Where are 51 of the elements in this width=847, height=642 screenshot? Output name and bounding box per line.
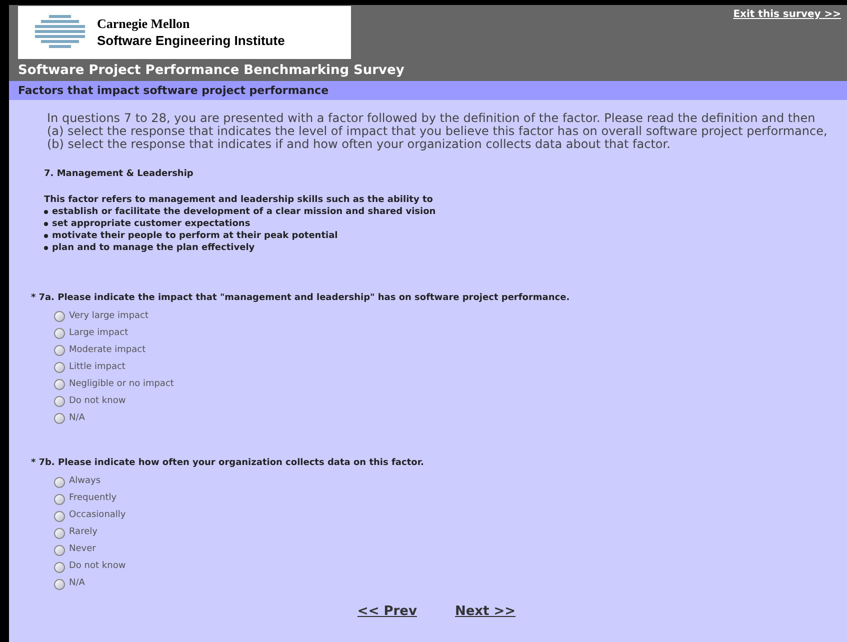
option-label: N/A [69,577,85,590]
option-label: Little impact [69,360,126,374]
option-label: Rarely [69,526,98,540]
prev-link[interactable]: << Prev [357,602,417,621]
bullet-text: set appropriate customer expectations [52,218,250,230]
radio-button[interactable] [54,578,65,590]
factor-heading: 7. Management & Leadership [44,168,194,181]
option-label: Occasionally [69,509,126,522]
radio-button[interactable] [54,562,65,572]
option-label: N/A [69,412,85,425]
question-text: 7b. Please indicate how often your organization collects data on this factor. [38,457,424,470]
option-label: Very large impact [69,310,149,323]
required-mark: * [31,292,36,304]
next-link[interactable]: Next >> [454,602,516,621]
radio-button[interactable] [54,328,65,339]
bullet-icon [44,210,48,214]
exit-survey-link[interactable]: Exit this survey >> [733,7,841,22]
radio-button[interactable] [54,544,65,556]
option-label: Never [69,543,96,556]
option-label: Do not know [69,560,126,574]
logo-icon [35,14,85,50]
radio-button[interactable] [54,311,65,322]
bullet-text: establish or facilitate the development of a clear mission and shared vision [52,206,436,218]
radio-button[interactable] [54,362,65,373]
option-label: Frequently [69,492,117,506]
page-title-bar: Factors that impact software project performance [9,81,847,100]
bullet-text: motivate their people to perform at their peak potential [52,230,338,242]
bullet-text: plan and to manage the plan effectively [52,242,255,254]
survey-title-bar: Software Project Performance Benchmarking Survey [9,61,847,81]
radio-button[interactable] [54,396,65,407]
logo-subtitle: Software Engineering Institute [97,32,285,49]
bullet-icon [44,234,48,238]
radio-button[interactable] [54,528,65,538]
question-text: 7a. Please indicate the impact that "management and leadership" has on software project performance. [38,292,570,304]
required-mark: * [31,457,36,470]
factor-definition: This factor refers to management and leadership skills such as the ability to [44,194,434,206]
option-label: Large impact [69,326,128,340]
option-label: Moderate impact [69,344,146,357]
bullet-icon [44,246,48,250]
option-label: Do not know [69,394,126,408]
radio-button[interactable] [54,345,65,356]
bullet-icon [44,222,48,226]
radio-button[interactable] [54,413,65,424]
logo-wordmark: Carnegie Mellon [97,16,191,32]
intro-paragraph: In questions 7 to 28, you are presented with a factor followed by the definition of the factor. Please read the definition and then (a) select the response that indicates the level of impact that you believe this factor has on overall software project performance, (b) select the response that indicates if and how often your organization collects data about that factor. [47,112,828,151]
radio-button[interactable] [54,510,65,522]
radio-button[interactable] [54,494,65,504]
option-label: Negligible or no impact [69,378,174,391]
radio-button[interactable] [54,379,65,390]
radio-button[interactable] [54,476,65,488]
option-label: Always [69,475,101,488]
